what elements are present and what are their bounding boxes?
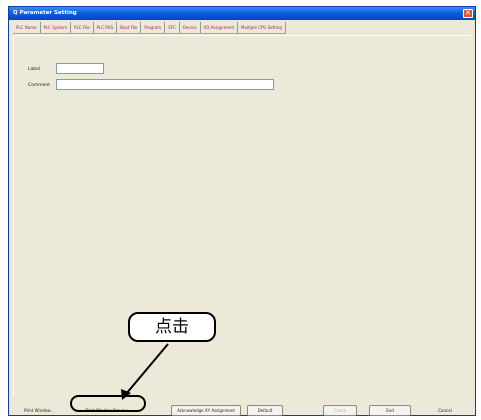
callout-arrow <box>121 343 169 400</box>
click-callout: 点击 <box>128 312 216 342</box>
